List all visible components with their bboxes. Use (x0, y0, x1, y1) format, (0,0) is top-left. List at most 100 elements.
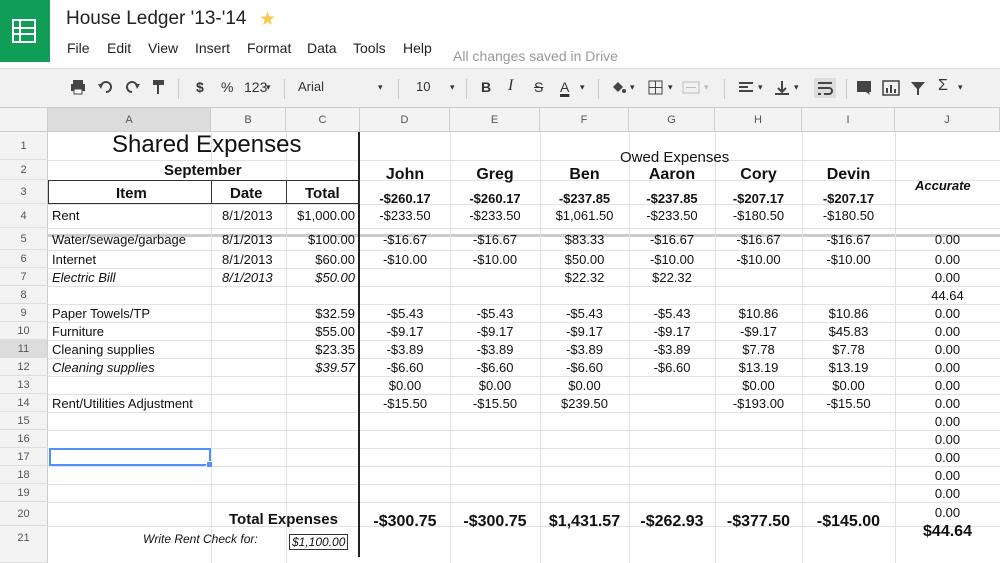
star-icon[interactable]: ★ (259, 8, 276, 31)
owed-cell[interactable]: -$3.89 (629, 342, 715, 357)
total-cell[interactable]: $23.35 (291, 342, 355, 357)
italic-button[interactable]: I (508, 77, 513, 95)
filter-icon[interactable] (910, 80, 926, 96)
row-header[interactable]: 10 (0, 322, 48, 340)
row-header[interactable]: 8 (0, 286, 48, 304)
accurate-cell[interactable]: 0.00 (895, 378, 1000, 393)
owed-cell[interactable]: $10.86 (715, 306, 802, 321)
date-cell[interactable]: 8/1/2013 (222, 270, 273, 285)
active-cell-cursor[interactable] (49, 448, 213, 468)
row-header[interactable]: 6 (0, 250, 48, 268)
total-cell[interactable]: $60.00 (291, 252, 355, 267)
owed-cell[interactable]: $0.00 (715, 378, 802, 393)
accurate-total[interactable]: $44.64 (895, 523, 1000, 541)
owed-cell[interactable]: -$10.00 (360, 252, 450, 267)
owed-cell[interactable]: $7.78 (715, 342, 802, 357)
owed-cell[interactable]: $45.83 (802, 324, 895, 339)
owed-cell[interactable]: -$233.50 (450, 208, 540, 223)
accurate-cell[interactable]: 0.00 (895, 232, 1000, 247)
owed-cell[interactable]: $0.00 (540, 378, 629, 393)
accurate-cell[interactable]: 0.00 (895, 324, 1000, 339)
row-header[interactable]: 19 (0, 484, 48, 502)
insert-chart-icon[interactable] (882, 80, 900, 96)
row-header[interactable]: 7 (0, 268, 48, 286)
fill-color-icon[interactable] (610, 80, 626, 96)
owed-cell[interactable]: $0.00 (802, 378, 895, 393)
owed-cell[interactable]: -$15.50 (360, 396, 450, 411)
insert-comment-icon[interactable] (856, 80, 872, 96)
owed-cell[interactable]: $1,061.50 (540, 208, 629, 223)
column-header-b[interactable]: B (211, 108, 286, 132)
owed-cell[interactable]: -$9.17 (450, 324, 540, 339)
owed-cell[interactable]: -$3.89 (540, 342, 629, 357)
currency-format-button[interactable]: $ (196, 79, 204, 95)
item-cell[interactable]: Paper Towels/TP (52, 306, 150, 321)
owed-cell[interactable]: -$5.43 (629, 306, 715, 321)
row-header[interactable]: 4 (0, 204, 48, 228)
vertical-align-icon[interactable] (774, 80, 790, 96)
owed-cell[interactable]: -$6.60 (540, 360, 629, 375)
accurate-cell[interactable]: 0.00 (895, 342, 1000, 357)
owed-cell[interactable]: -$233.50 (629, 208, 715, 223)
row-header[interactable]: 18 (0, 466, 48, 484)
column-header-i[interactable]: I (802, 108, 895, 132)
accurate-cell[interactable]: 0.00 (895, 432, 1000, 447)
accurate-cell[interactable]: 0.00 (895, 360, 1000, 375)
row-header[interactable]: 3 (0, 180, 48, 204)
redo-icon[interactable] (124, 79, 140, 95)
owed-cell[interactable]: -$180.50 (802, 208, 895, 223)
menu-tools[interactable]: Tools (353, 40, 386, 56)
total-cell[interactable]: $100.00 (291, 232, 355, 247)
owed-cell[interactable]: -$260.17 (360, 191, 450, 206)
owed-cell[interactable]: -$207.17 (715, 191, 802, 206)
row-header[interactable]: 14 (0, 394, 48, 412)
owed-cell[interactable]: $239.50 (540, 396, 629, 411)
accurate-cell[interactable]: 0.00 (895, 396, 1000, 411)
owed-cell[interactable]: -$193.00 (715, 396, 802, 411)
sheets-logo[interactable] (0, 0, 50, 62)
total-owed-cell[interactable]: -$300.75 (450, 513, 540, 531)
row-header[interactable]: 16 (0, 430, 48, 448)
undo-icon[interactable] (98, 79, 114, 95)
accurate-cell[interactable]: 0.00 (895, 414, 1000, 429)
owed-cell[interactable]: -$9.17 (715, 324, 802, 339)
accurate-cell[interactable]: 0.00 (895, 306, 1000, 321)
menu-insert[interactable]: Insert (195, 40, 230, 56)
item-cell[interactable]: Furniture (52, 324, 104, 339)
document-title[interactable]: House Ledger '13-'14 (66, 8, 247, 30)
row-header[interactable]: 11 (0, 340, 48, 358)
owed-cell[interactable]: -$260.17 (450, 191, 540, 206)
accurate-cell[interactable]: 0.00 (895, 252, 1000, 267)
owed-cell[interactable]: -$16.67 (360, 232, 450, 247)
owed-cell[interactable]: -$9.17 (540, 324, 629, 339)
owed-cell[interactable]: -$237.85 (540, 191, 629, 206)
menu-data[interactable]: Data (307, 40, 337, 56)
select-all-corner[interactable] (0, 108, 48, 132)
wrap-text-icon[interactable] (814, 78, 836, 98)
accurate-cell[interactable]: 0.00 (895, 505, 1000, 520)
column-header-j[interactable]: J (895, 108, 1000, 132)
menu-help[interactable]: Help (403, 40, 432, 56)
owed-cell[interactable]: -$207.17 (802, 191, 895, 206)
rent-check-value[interactable]: $1,100.00 (289, 534, 349, 550)
column-header-e[interactable]: E (450, 108, 540, 132)
font-family-dropdown[interactable]: Arial (298, 79, 324, 94)
row-header[interactable]: 12 (0, 358, 48, 376)
owed-cell[interactable]: -$10.00 (715, 252, 802, 267)
menu-view[interactable]: View (148, 40, 178, 56)
item-cell[interactable]: Water/sewage/garbage (52, 232, 186, 247)
owed-cell[interactable]: -$3.89 (360, 342, 450, 357)
row-header[interactable]: 1 (0, 132, 48, 160)
strikethrough-button[interactable]: S (534, 79, 543, 95)
owed-cell[interactable]: -$16.67 (450, 232, 540, 247)
owed-cell[interactable]: -$9.17 (360, 324, 450, 339)
row-header[interactable]: 5 (0, 228, 48, 250)
owed-cell[interactable]: $22.32 (540, 270, 629, 285)
owed-cell[interactable]: -$6.60 (360, 360, 450, 375)
total-owed-cell[interactable]: -$145.00 (802, 513, 895, 531)
accurate-cell[interactable]: 0.00 (895, 450, 1000, 465)
accurate-cell[interactable]: 44.64 (895, 288, 1000, 303)
text-color-button[interactable]: A (560, 79, 569, 95)
borders-icon[interactable] (648, 80, 664, 96)
font-size-dropdown[interactable]: 10 (416, 79, 430, 94)
